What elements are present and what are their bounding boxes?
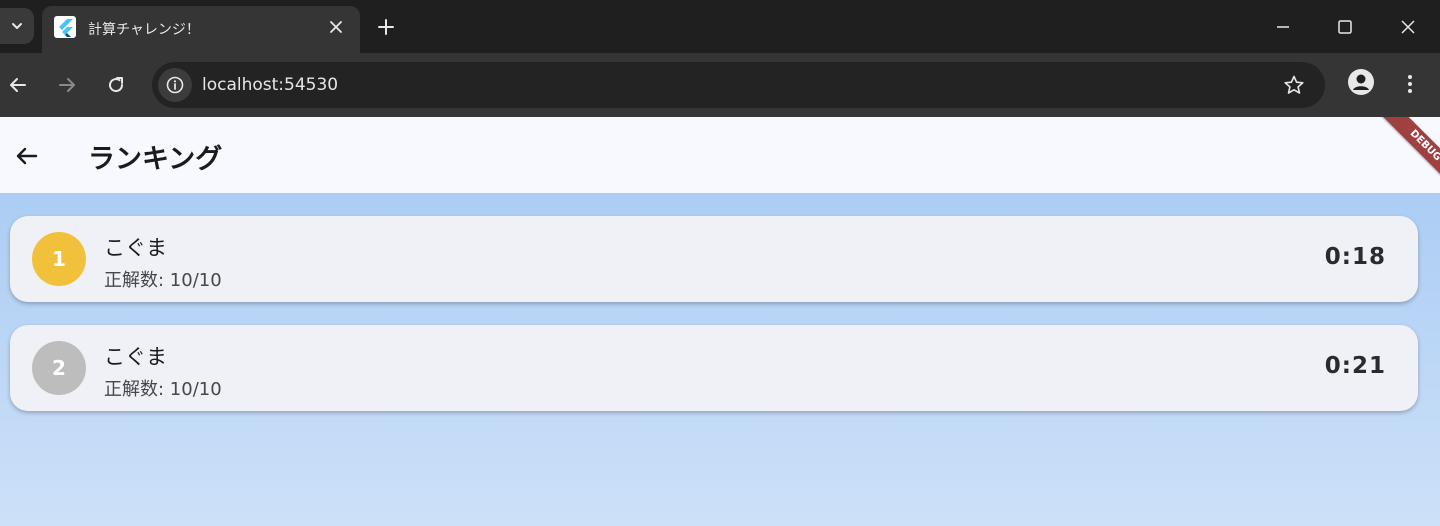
arrow-right-icon — [59, 78, 75, 92]
arrow-left-icon — [16, 147, 38, 165]
profile-button[interactable] — [1348, 69, 1374, 95]
reload-button[interactable] — [100, 69, 132, 101]
minimize-button[interactable] — [1268, 12, 1298, 42]
score-text: 正解数: 10/10 — [104, 270, 222, 291]
app-viewport: ランキング DEBUG 1 こぐま 正解数: 10/10 0:18 2 こぐま … — [0, 117, 1440, 526]
forward-button[interactable] — [51, 69, 83, 101]
chevron-down-icon — [12, 23, 22, 29]
flutter-logo-icon — [54, 16, 76, 38]
plus-icon — [378, 19, 394, 35]
url-text[interactable]: localhost:54530 — [202, 75, 338, 95]
ranking-list-item[interactable]: 2 こぐま 正解数: 10/10 0:21 — [10, 325, 1418, 411]
rank-badge: 1 — [32, 232, 86, 286]
app-back-button[interactable] — [10, 139, 44, 173]
reload-icon — [109, 77, 124, 93]
info-icon — [166, 76, 184, 94]
star-icon — [1284, 75, 1304, 94]
bookmark-button[interactable] — [1281, 72, 1307, 98]
browser-menu-button[interactable] — [1398, 69, 1422, 99]
player-name: こぐま — [104, 236, 167, 260]
page-title: ランキング — [88, 144, 223, 175]
app-bar: ランキング — [0, 117, 1440, 193]
maximize-icon — [1338, 20, 1352, 34]
arrow-left-icon — [10, 78, 26, 92]
score-text: 正解数: 10/10 — [104, 379, 222, 400]
player-name: こぐま — [104, 345, 167, 369]
person-icon — [1353, 74, 1369, 90]
back-button[interactable] — [2, 69, 34, 101]
tab-close-button[interactable] — [324, 15, 348, 39]
close-icon — [1401, 20, 1415, 34]
clear-time: 0:21 — [1324, 353, 1386, 379]
tab-list-button[interactable] — [0, 8, 34, 44]
new-tab-button[interactable] — [372, 13, 400, 41]
close-window-button[interactable] — [1393, 12, 1423, 42]
browser-tab-strip: 計算チャレンジ！ — [0, 0, 1440, 53]
browser-tab[interactable]: 計算チャレンジ！ — [42, 6, 360, 53]
ranking-list-item[interactable]: 1 こぐま 正解数: 10/10 0:18 — [10, 216, 1418, 302]
browser-toolbar: localhost:54530 — [0, 53, 1440, 117]
minimize-icon — [1277, 26, 1289, 28]
close-icon — [330, 21, 342, 33]
rank-badge: 2 — [32, 341, 86, 395]
address-bar[interactable]: localhost:54530 — [152, 62, 1325, 108]
clear-time: 0:18 — [1324, 244, 1386, 270]
maximize-button[interactable] — [1330, 12, 1360, 42]
tab-title: 計算チャレンジ！ — [88, 22, 200, 38]
kebab-menu-icon — [1408, 75, 1412, 93]
site-info-button[interactable] — [158, 68, 192, 102]
